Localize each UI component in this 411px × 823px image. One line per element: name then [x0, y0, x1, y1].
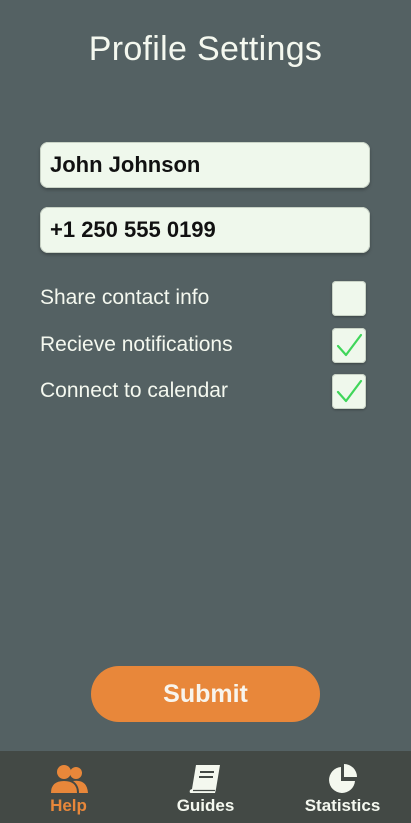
- nav-label-statistics: Statistics: [304, 796, 381, 815]
- calendar-label: Connect to calendar: [40, 379, 228, 402]
- notifications-label: Recieve notifications: [40, 333, 233, 356]
- bottom-navigation: Help Guides Statistics: [0, 751, 411, 823]
- notifications-checkbox[interactable]: [332, 327, 366, 363]
- page-title: Profile Settings: [88, 30, 323, 68]
- calendar-checkbox[interactable]: [332, 373, 366, 409]
- nav-item-statistics[interactable]: Statistics: [274, 751, 411, 823]
- nav-item-guides[interactable]: Guides: [137, 751, 274, 823]
- share-contact-checkbox[interactable]: [332, 280, 366, 316]
- checkmark-icon: [336, 379, 363, 403]
- nav-item-help[interactable]: Help: [0, 751, 137, 823]
- submit-button[interactable]: Submit: [91, 666, 320, 722]
- share-contact-label: Share contact info: [40, 286, 210, 309]
- pie-chart-icon: [327, 763, 359, 795]
- phone-field[interactable]: [40, 207, 370, 253]
- option-row-share-contact: Share contact info: [40, 280, 366, 316]
- option-row-calendar: Connect to calendar: [40, 373, 366, 409]
- nav-label-guides: Guides: [176, 796, 235, 815]
- option-row-notifications: Recieve notifications: [40, 327, 366, 363]
- nav-label-help: Help: [50, 796, 87, 815]
- users-icon: [49, 763, 89, 795]
- book-icon: [188, 763, 224, 795]
- checkmark-icon: [336, 333, 363, 357]
- name-field[interactable]: [40, 142, 370, 188]
